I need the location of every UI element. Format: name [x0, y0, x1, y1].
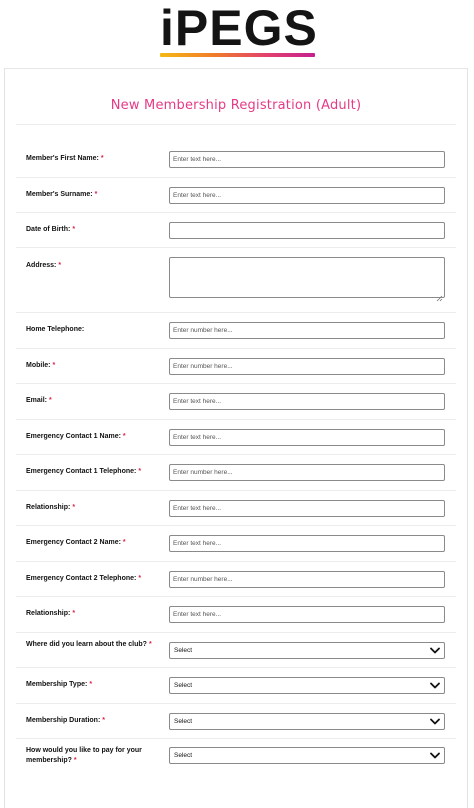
member-s-first-name-input[interactable]	[169, 151, 445, 168]
required-asterisk: *	[52, 362, 56, 369]
form-row-emergency-contact-2-telephone-11: Emergency Contact 2 Telephone: *	[16, 562, 456, 597]
select-value: Select	[174, 682, 193, 689]
logo-text: iPEGS	[160, 0, 318, 56]
form-row-emergency-contact-1-name-7: Emergency Contact 1 Name: *	[16, 420, 456, 455]
field-label: Relationship: *	[26, 609, 156, 619]
date-of-birth-input[interactable]	[169, 222, 445, 239]
logo: iPEGS	[0, 0, 474, 66]
form-row-mobile-5: Mobile: *	[16, 349, 456, 384]
field-label: Emergency Contact 2 Telephone: *	[26, 574, 156, 584]
required-asterisk: *	[58, 262, 62, 269]
title-divider	[16, 124, 456, 125]
field-label: How would you like to pay for your membe…	[26, 746, 156, 766]
form-row-emergency-contact-1-telephone-8: Emergency Contact 1 Telephone: *	[16, 455, 456, 491]
required-asterisk: *	[72, 226, 76, 233]
select-where-did-you-learn-about-the-club[interactable]: Select	[169, 642, 445, 659]
required-asterisk: *	[72, 504, 76, 511]
form-row-member-s-surname-1: Member's Surname: *	[16, 178, 456, 213]
emergency-contact-2-name-input[interactable]	[169, 535, 445, 552]
address-textarea[interactable]	[169, 257, 445, 298]
field-label-text: Date of Birth:	[26, 226, 71, 233]
select-value: Select	[174, 752, 193, 759]
relationship-input[interactable]	[169, 500, 445, 517]
form-row-emergency-contact-2-name-10: Emergency Contact 2 Name: *	[16, 526, 456, 562]
required-asterisk: *	[148, 641, 152, 648]
member-s-surname-input[interactable]	[169, 187, 445, 204]
chevron-down-icon	[430, 717, 440, 726]
field-label-text: Emergency Contact 2 Telephone:	[26, 575, 137, 582]
required-asterisk: *	[138, 575, 142, 582]
required-asterisk: *	[72, 610, 76, 617]
form-row-how-would-you-like-to-pay-for-your-membership-16: How would you like to pay for your membe…	[16, 739, 456, 783]
required-asterisk: *	[89, 681, 93, 688]
field-label: Membership Type: *	[26, 680, 156, 690]
select-how-would-you-like-to-pay-for-your-membership[interactable]: Select	[169, 747, 445, 764]
field-label: Home Telephone:	[26, 325, 156, 335]
field-label: Emergency Contact 1 Name: *	[26, 432, 156, 442]
emergency-contact-1-name-input[interactable]	[169, 429, 445, 446]
field-label: Member's Surname: *	[26, 190, 156, 200]
emergency-contact-1-telephone-input[interactable]	[169, 464, 445, 481]
field-label-text: Emergency Contact 2 Name:	[26, 539, 121, 546]
field-label: Where did you learn about the club? *	[26, 640, 156, 650]
chevron-down-icon	[430, 751, 440, 760]
form-title: New Membership Registration (Adult)	[110, 98, 362, 113]
field-label-text: Member's First Name:	[26, 155, 99, 162]
field-label: Email: *	[26, 396, 156, 406]
field-label-text: Home Telephone:	[26, 326, 85, 333]
form-row-relationship-9: Relationship: *	[16, 491, 456, 526]
field-label: Emergency Contact 2 Name: *	[26, 538, 156, 548]
form-row-where-did-you-learn-about-the-club-13: Where did you learn about the club? * Sele…	[16, 633, 456, 668]
chevron-down-icon	[430, 681, 440, 690]
required-asterisk: *	[102, 717, 106, 724]
field-label-text: Where did you learn about the club?	[26, 641, 147, 648]
relationship-input[interactable]	[169, 606, 445, 623]
field-label: Mobile: *	[26, 361, 156, 371]
select-membership-duration[interactable]: Select	[169, 713, 445, 730]
resize-grip-icon[interactable]	[436, 289, 443, 307]
field-label: Membership Duration: *	[26, 716, 156, 726]
field-label-text: Relationship:	[26, 610, 71, 617]
field-label-text: How would you like to pay for your membe…	[26, 747, 142, 764]
form-row-membership-type-14: Membership Type: * Select	[16, 668, 456, 704]
form-row-address-3: Address: *	[16, 248, 456, 313]
form-row-home-telephone-4: Home Telephone:	[16, 313, 456, 349]
field-label: Address: *	[26, 261, 156, 271]
required-asterisk: *	[100, 155, 104, 162]
form-row-date-of-birth-2: Date of Birth: *	[16, 213, 456, 248]
form-row-relationship-12: Relationship: *	[16, 597, 456, 633]
field-label-text: Emergency Contact 1 Telephone:	[26, 468, 137, 475]
field-label-text: Email:	[26, 397, 48, 404]
select-membership-type[interactable]: Select	[169, 677, 445, 694]
form-row-member-s-first-name-0: Member's First Name: *	[16, 142, 456, 178]
mobile-input[interactable]	[169, 358, 445, 375]
field-label-text: Membership Duration:	[26, 717, 101, 724]
form-row-email-6: Email: *	[16, 384, 456, 420]
required-asterisk: *	[49, 397, 52, 404]
select-value: Select	[174, 647, 193, 654]
field-label-text: Relationship:	[26, 504, 71, 511]
field-label-text: Mobile:	[26, 362, 51, 369]
required-asterisk: *	[94, 191, 98, 198]
form-row-membership-duration-15: Membership Duration: * Select	[16, 704, 456, 739]
field-label: Relationship: *	[26, 503, 156, 513]
home-telephone-input[interactable]	[169, 322, 445, 339]
required-asterisk: *	[138, 468, 142, 475]
chevron-down-icon	[430, 646, 440, 655]
required-asterisk: *	[122, 433, 126, 440]
emergency-contact-2-telephone-input[interactable]	[169, 571, 445, 588]
field-label-text: Emergency Contact 1 Name:	[26, 433, 121, 440]
field-label: Emergency Contact 1 Telephone: *	[26, 467, 156, 477]
required-asterisk: *	[73, 757, 77, 764]
email-input[interactable]	[169, 393, 445, 410]
field-label-text: Address:	[26, 262, 57, 269]
field-label-text: Member's Surname:	[26, 191, 93, 198]
field-label: Date of Birth: *	[26, 225, 156, 235]
field-label-text: Membership Type:	[26, 681, 88, 688]
select-value: Select	[174, 718, 193, 725]
required-asterisk: *	[122, 539, 126, 546]
logo-underline	[160, 53, 315, 57]
field-label: Member's First Name: *	[26, 154, 156, 164]
